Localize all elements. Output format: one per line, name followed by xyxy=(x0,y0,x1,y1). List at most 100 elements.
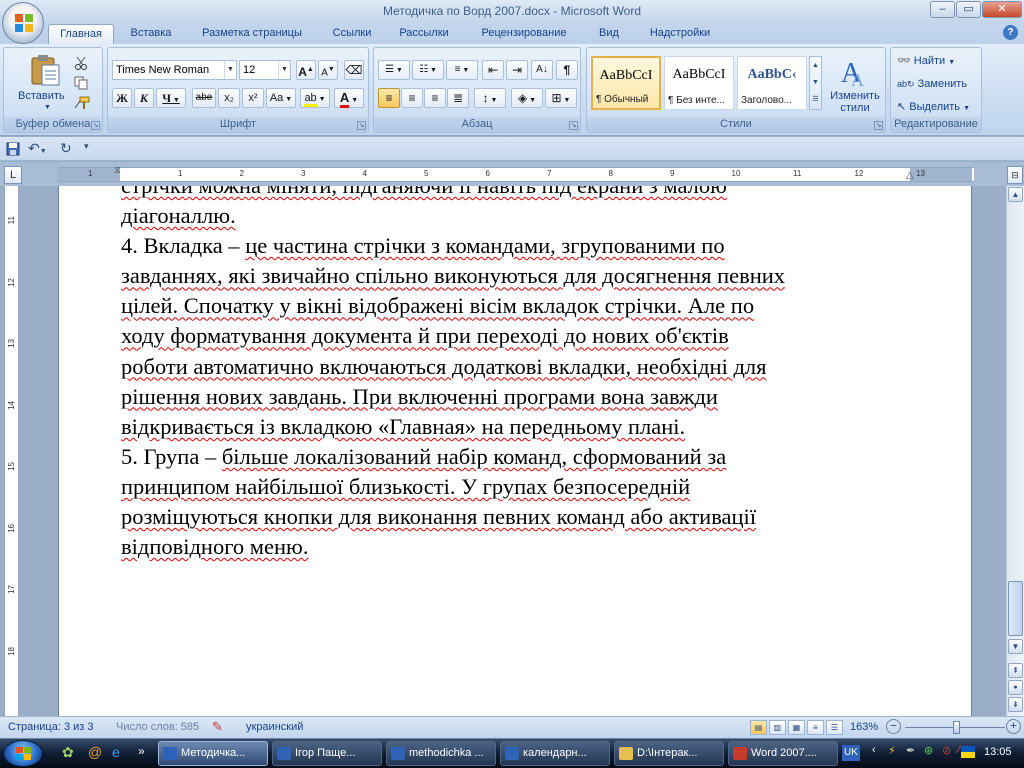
text-line[interactable]: цілей. Спочатку у вікні відображені вісі… xyxy=(121,291,901,321)
page-indicator[interactable]: Страница: 3 из 3 xyxy=(8,721,94,733)
text-line[interactable]: ходу форматування документа й при перехо… xyxy=(121,321,901,351)
customize-qat-icon[interactable]: ▾ xyxy=(84,141,89,152)
cut-icon[interactable] xyxy=(74,56,88,70)
office-button[interactable] xyxy=(2,2,44,44)
align-left-icon[interactable]: ≡ xyxy=(378,88,400,108)
change-styles-icon[interactable]: AA xyxy=(839,56,871,88)
tab-home[interactable]: Главная xyxy=(48,24,114,44)
text-line[interactable]: рішення нових завдань. При включенні про… xyxy=(121,382,901,412)
font-family-select[interactable]: Times New Roman ▼ xyxy=(112,60,237,80)
show-marks-icon[interactable]: ¶ xyxy=(556,60,578,80)
underline-button[interactable]: Ч ▼ xyxy=(156,88,186,108)
borders-icon[interactable]: ⊞ ▼ xyxy=(545,88,577,108)
copy-icon[interactable] xyxy=(74,76,88,90)
sort-icon[interactable]: A↓ xyxy=(531,60,553,80)
tab-references[interactable]: Ссылки xyxy=(323,24,381,44)
zoom-level[interactable]: 163% xyxy=(850,721,878,733)
tray-arrow-icon[interactable]: ‹ xyxy=(872,744,876,756)
tray-app3-icon[interactable]: ⊛ xyxy=(924,744,933,757)
shrink-font-button[interactable]: A▼ xyxy=(318,60,338,80)
styles-launcher-icon[interactable]: ↘ xyxy=(874,121,883,130)
clear-formatting-icon[interactable]: ⌫ xyxy=(344,60,364,80)
paste-button[interactable]: Вставить xyxy=(18,90,65,102)
taskbar-item-5[interactable]: Word 2007.... xyxy=(728,741,838,766)
taskbar-item-3[interactable]: календарн... xyxy=(500,741,610,766)
vertical-ruler[interactable]: 11 12 13 14 15 16 17 18 xyxy=(4,186,19,716)
align-right-icon[interactable]: ≡ xyxy=(424,88,446,108)
grow-font-button[interactable]: A▲ xyxy=(296,60,316,80)
style-no-spacing[interactable]: AaBbCcI ¶ Без инте... xyxy=(664,56,734,110)
find-button[interactable]: 👓 Найти ▼ xyxy=(897,54,955,67)
paste-icon[interactable] xyxy=(28,53,62,87)
subscript-button[interactable]: x₂ xyxy=(218,88,240,108)
tab-insert[interactable]: Вставка xyxy=(120,24,182,44)
select-button[interactable]: ↖ Выделить ▼ xyxy=(897,100,970,113)
paragraph-launcher-icon[interactable]: ↘ xyxy=(569,121,578,130)
zoom-out-button[interactable]: − xyxy=(886,719,901,734)
tab-mailings[interactable]: Рассылки xyxy=(390,24,458,44)
spellcheck-icon[interactable]: ✎ xyxy=(212,719,223,735)
tab-view[interactable]: Вид xyxy=(590,24,628,44)
vertical-scrollbar[interactable]: ▲ ▼ ⇞ ● ⇟ xyxy=(1006,186,1024,716)
full-screen-reading-icon[interactable]: ▥ xyxy=(769,720,786,735)
right-indent-marker-icon[interactable]: △ xyxy=(906,170,914,181)
zoom-in-button[interactable]: + xyxy=(1006,719,1021,734)
font-size-select[interactable]: 12 ▼ xyxy=(239,60,291,80)
superscript-button[interactable]: x² xyxy=(242,88,264,108)
text-line[interactable]: стрічки можна міняти, підганяючи її наві… xyxy=(121,186,901,201)
undo-icon[interactable]: ↶▼ xyxy=(28,140,47,157)
format-painter-icon[interactable] xyxy=(74,96,90,110)
paste-dropdown-icon[interactable]: ▼ xyxy=(44,104,51,111)
quicklaunch-ie-icon[interactable]: e xyxy=(112,744,120,760)
repeat-icon[interactable]: ↻ xyxy=(60,140,72,157)
text-line[interactable]: завданнях, які звичайно спільно виконуют… xyxy=(121,261,901,291)
multilevel-list-icon[interactable]: ≡ ▼ xyxy=(446,60,478,80)
clock[interactable]: 13:05 xyxy=(984,746,1012,758)
tray-app2-icon[interactable]: ✒ xyxy=(906,744,915,757)
numbering-icon[interactable]: ☷ ▼ xyxy=(412,60,444,80)
text-line[interactable]: принципом найбільшої близькості. У група… xyxy=(121,472,901,502)
taskbar-item-1[interactable]: Ігор Паще... xyxy=(272,741,382,766)
tab-addins[interactable]: Надстройки xyxy=(638,24,722,44)
scroll-up-button[interactable]: ▲ xyxy=(1008,187,1023,202)
taskbar-item-2[interactable]: methodichka ... xyxy=(386,741,496,766)
tab-review[interactable]: Рецензирование xyxy=(468,24,580,44)
document-page[interactable]: стрічки можна міняти, підганяючи її наві… xyxy=(58,186,972,716)
highlight-icon[interactable]: ab ▼ xyxy=(300,88,330,108)
change-case-button[interactable]: Aa ▼ xyxy=(266,88,296,108)
style-heading[interactable]: AaBbC‹ Заголово... xyxy=(737,56,807,110)
tab-selector-icon[interactable]: L xyxy=(4,166,22,184)
scroll-thumb[interactable] xyxy=(1008,581,1023,636)
language-bar[interactable]: UK xyxy=(842,745,860,761)
next-page-button[interactable]: ⇟ xyxy=(1008,697,1023,712)
tray-app4-icon[interactable]: ⊘ xyxy=(942,744,951,757)
bullets-icon[interactable]: ☰ ▼ xyxy=(378,60,410,80)
justify-icon[interactable]: ≣ xyxy=(447,88,469,108)
tray-app5-icon[interactable]: ⁄ xyxy=(958,744,960,756)
text-line[interactable]: відповідного меню. xyxy=(121,532,901,562)
language-indicator[interactable]: украинский xyxy=(246,721,303,733)
align-center-icon[interactable]: ≡ xyxy=(401,88,423,108)
print-layout-icon[interactable]: ▤ xyxy=(750,720,767,735)
bold-button[interactable]: Ж xyxy=(112,88,132,108)
text-line[interactable]: роботи автоматично включаються додаткові… xyxy=(121,352,901,382)
quicklaunch-mail-icon[interactable]: @ xyxy=(88,744,102,760)
text-line[interactable]: відкривається із вкладкою «Главная» на п… xyxy=(121,412,901,442)
horizontal-ruler[interactable]: 1 1 2 3 4 5 6 7 8 9 10 11 12 13 ⧖ △ xyxy=(58,165,974,182)
tab-page-layout[interactable]: Разметка страницы xyxy=(190,24,314,44)
taskbar-item-4[interactable]: D:\Інтерак... xyxy=(614,741,724,766)
styles-scroll[interactable]: ▲ ▼ ☰ xyxy=(809,56,822,110)
shading-icon[interactable]: ◈ ▼ xyxy=(511,88,543,108)
view-ruler-icon[interactable]: ⊟ xyxy=(1007,166,1023,184)
browse-object-button[interactable]: ● xyxy=(1008,680,1023,695)
text-line[interactable]: 5. Група – більше локалізований набір ко… xyxy=(121,442,901,472)
word-count[interactable]: Число слов: 585 xyxy=(116,721,199,733)
italic-button[interactable]: К xyxy=(134,88,154,108)
decrease-indent-icon[interactable]: ⇤ xyxy=(482,60,504,80)
help-icon[interactable]: ? xyxy=(1003,25,1018,40)
draft-view-icon[interactable]: ☰ xyxy=(826,720,843,735)
minimize-button[interactable]: ‒ xyxy=(930,1,955,18)
zoom-slider-thumb[interactable] xyxy=(953,721,960,734)
text-line[interactable]: 4. Вкладка – це частина стрічки з команд… xyxy=(121,231,901,261)
clipboard-launcher-icon[interactable]: ↘ xyxy=(91,121,100,130)
